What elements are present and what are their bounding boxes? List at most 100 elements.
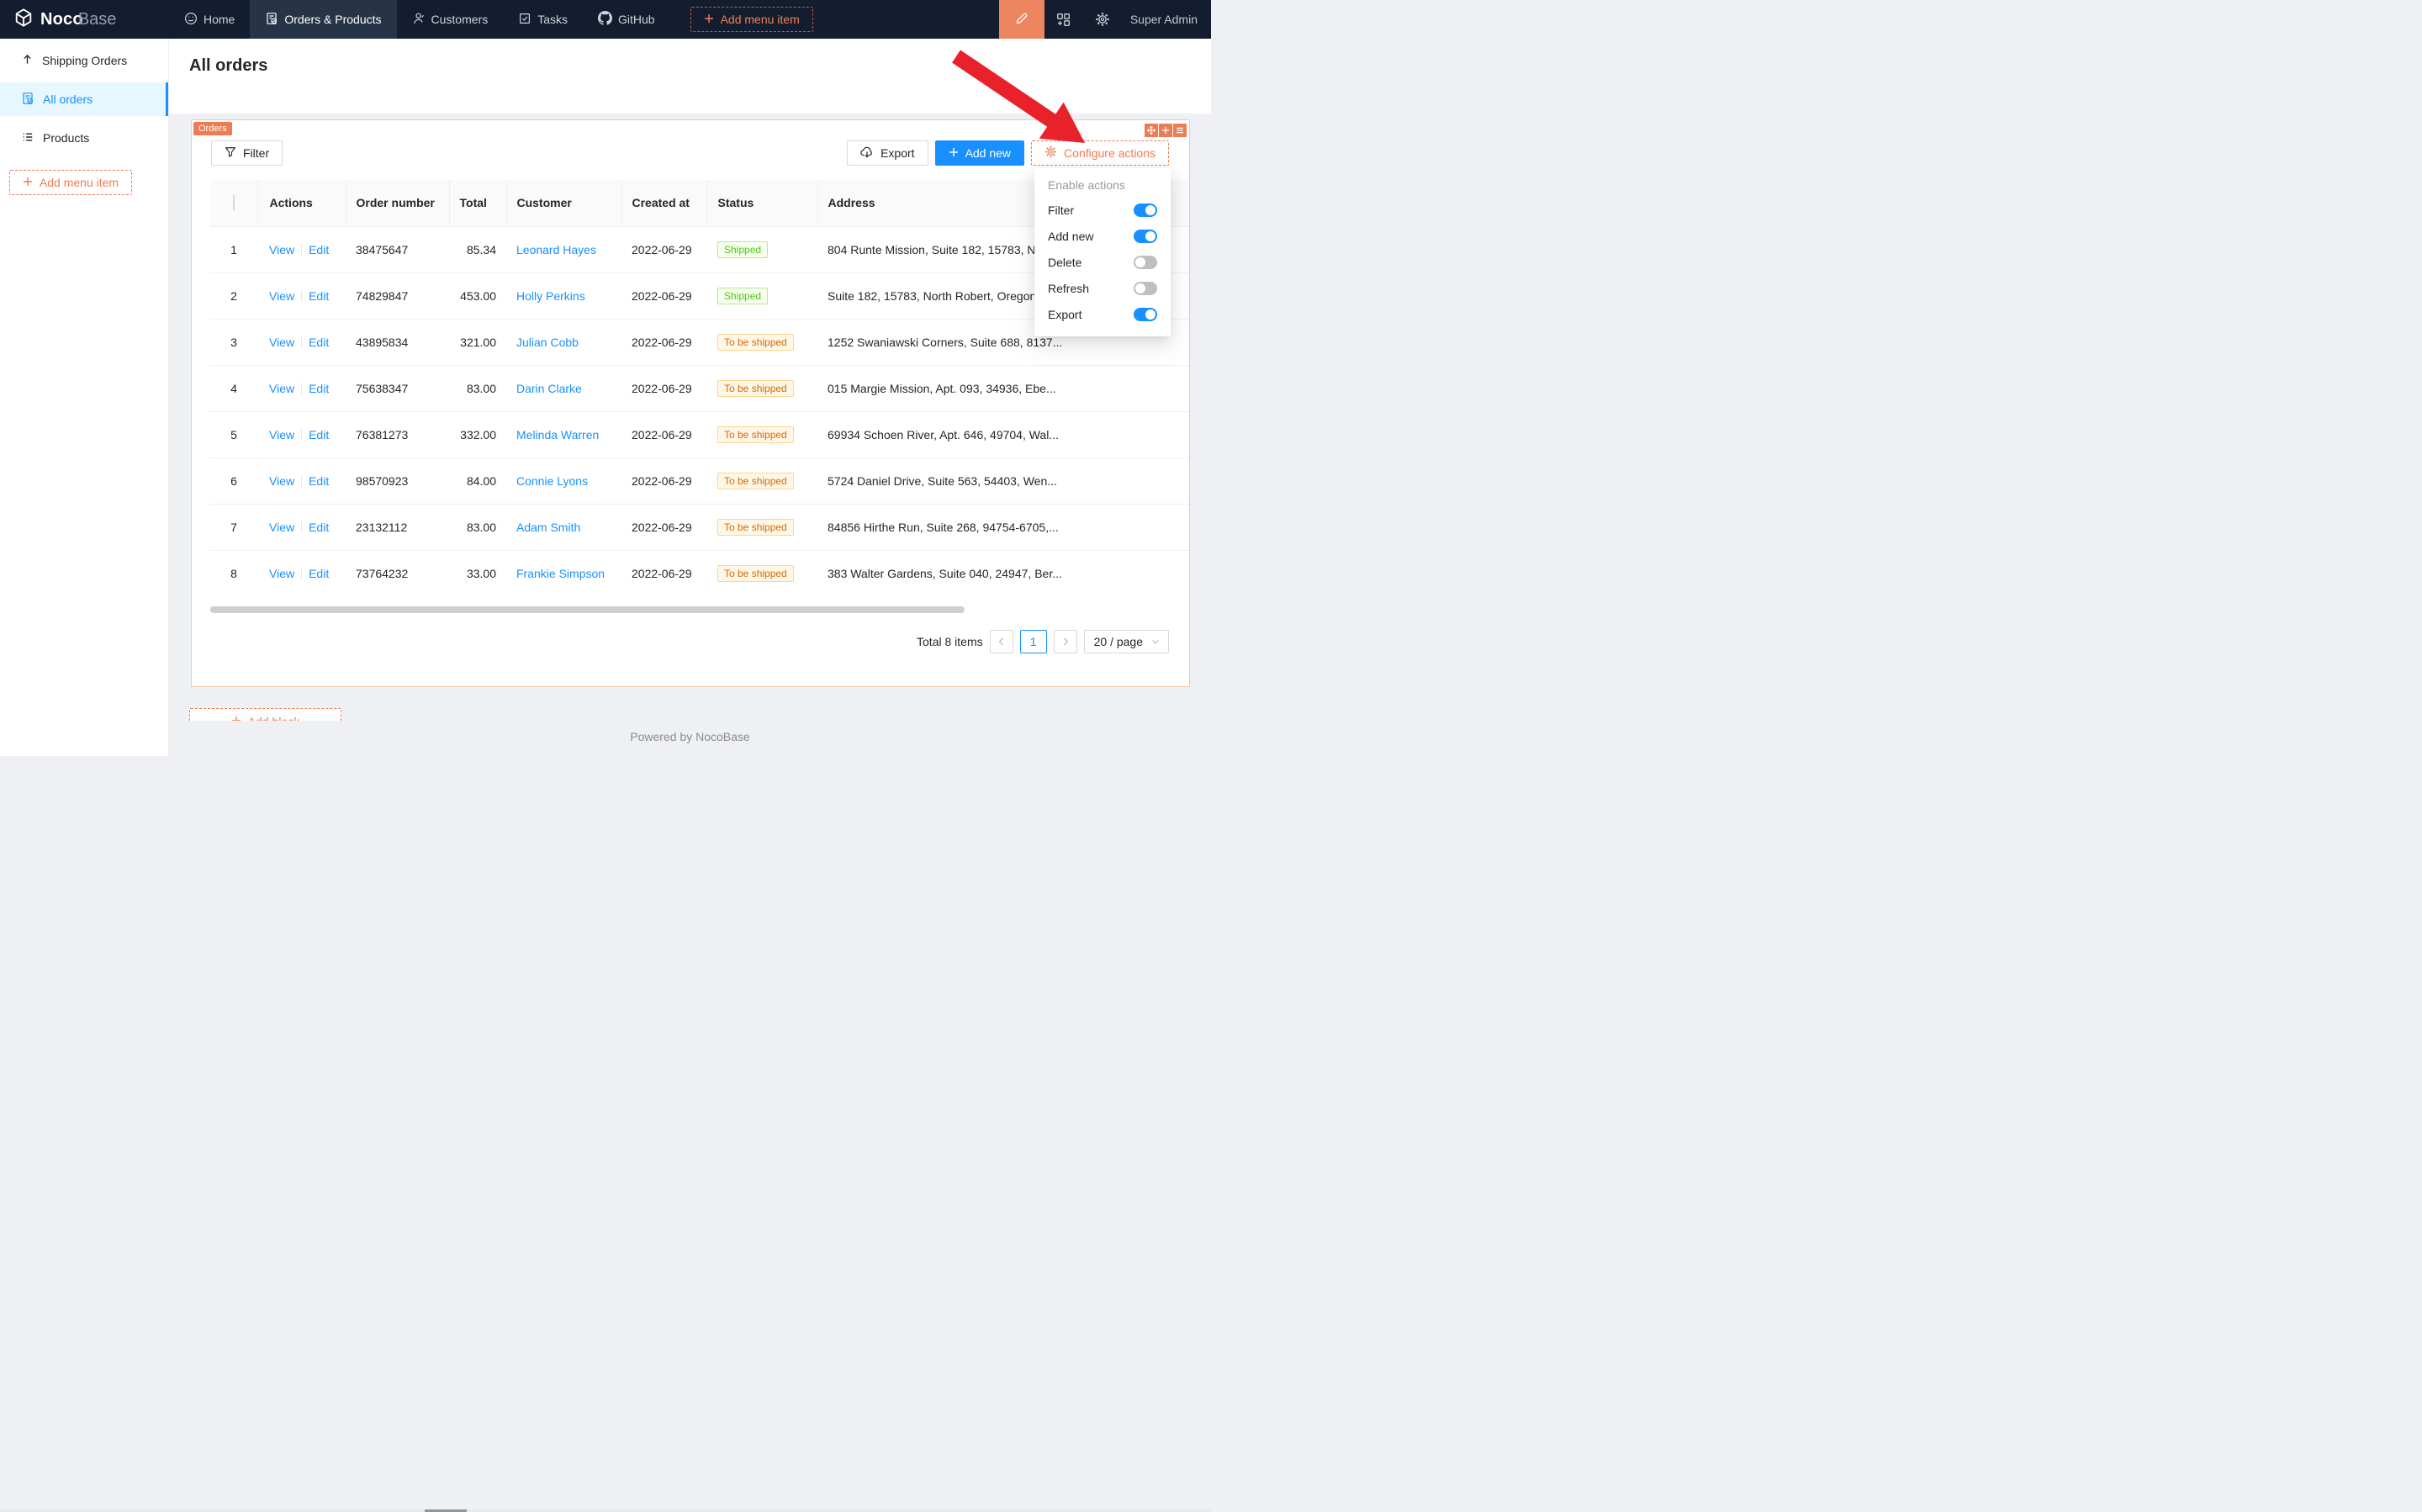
topbar: NocoBase Home Orders & Products Customer… bbox=[0, 0, 1211, 39]
gear-icon bbox=[1044, 145, 1057, 161]
status-cell: To be shipped bbox=[707, 319, 817, 365]
nav-github[interactable]: GitHub bbox=[583, 0, 670, 39]
ui-editor-button[interactable] bbox=[999, 0, 1044, 39]
view-link[interactable]: View bbox=[269, 382, 294, 395]
status-badge: To be shipped bbox=[717, 565, 794, 582]
add-block-button[interactable]: Add block bbox=[189, 708, 341, 721]
toggle-switch[interactable] bbox=[1134, 308, 1157, 321]
scrollbar-thumb[interactable] bbox=[210, 606, 965, 613]
select-all-checkbox[interactable] bbox=[233, 195, 235, 210]
enable-action-delete: Delete bbox=[1034, 249, 1171, 275]
view-link[interactable]: View bbox=[269, 243, 294, 256]
created-at-cell: 2022-06-29 bbox=[621, 504, 707, 550]
order-number-cell: 76381273 bbox=[346, 411, 449, 457]
view-link[interactable]: View bbox=[269, 336, 294, 349]
export-button[interactable]: Export bbox=[847, 140, 928, 166]
filter-button[interactable]: Filter bbox=[211, 140, 283, 166]
dropdown-title: Enable actions bbox=[1034, 175, 1171, 197]
customer-link[interactable]: Leonard Hayes bbox=[516, 243, 596, 256]
settings-gear-icon[interactable] bbox=[1083, 0, 1122, 39]
table-row: 5ViewEdit76381273332.00Melinda Warren202… bbox=[210, 411, 1189, 457]
edit-link[interactable]: Edit bbox=[309, 243, 329, 256]
menu-icon[interactable] bbox=[1173, 124, 1187, 137]
address-cell: 804 Runte Mission, Suite 182, 15783, N bbox=[817, 226, 1070, 272]
move-icon[interactable] bbox=[1145, 124, 1158, 137]
nav-orders-products[interactable]: Orders & Products bbox=[250, 0, 396, 39]
view-link[interactable]: View bbox=[269, 474, 294, 488]
configure-actions-button[interactable]: Configure actions bbox=[1031, 140, 1169, 166]
customer-link[interactable]: Julian Cobb bbox=[516, 336, 579, 349]
order-number-cell: 23132112 bbox=[346, 504, 449, 550]
view-link[interactable]: View bbox=[269, 289, 294, 303]
customer-link[interactable]: Frankie Simpson bbox=[516, 567, 605, 580]
status-cell: To be shipped bbox=[707, 365, 817, 411]
nav-customers[interactable]: Customers bbox=[397, 0, 504, 39]
edit-link[interactable]: Edit bbox=[309, 289, 329, 303]
edit-link[interactable]: Edit bbox=[309, 567, 329, 580]
pagination: Total 8 items 1 20 / page bbox=[917, 630, 1169, 653]
row-actions: View Edit bbox=[257, 411, 346, 457]
divider bbox=[301, 429, 302, 441]
total-cell: 321.00 bbox=[449, 319, 506, 365]
edit-link[interactable]: Edit bbox=[309, 521, 329, 534]
toolbar-right: Export Add new Configure actions bbox=[847, 140, 1169, 166]
chevron-down-icon bbox=[1151, 635, 1160, 648]
toggle-switch[interactable] bbox=[1134, 282, 1157, 295]
edit-link[interactable]: Edit bbox=[309, 382, 329, 395]
add-menu-item-button-sidebar[interactable]: Add menu item bbox=[9, 170, 132, 195]
page-size-select[interactable]: 20 / page bbox=[1084, 630, 1169, 653]
order-number-cell: 98570923 bbox=[346, 457, 449, 504]
toggle-switch[interactable] bbox=[1134, 256, 1157, 269]
row-index: 7 bbox=[210, 504, 257, 550]
previous-page-button[interactable] bbox=[990, 630, 1013, 653]
view-link[interactable]: View bbox=[269, 521, 294, 534]
main-area: All orders Orders Filter Export bbox=[169, 39, 1211, 756]
filter-icon bbox=[225, 146, 236, 161]
customer-cell: Leonard Hayes bbox=[506, 226, 621, 272]
customer-link[interactable]: Adam Smith bbox=[516, 521, 580, 534]
view-link[interactable]: View bbox=[269, 428, 294, 441]
plus-icon bbox=[231, 715, 241, 721]
customer-link[interactable]: Melinda Warren bbox=[516, 428, 599, 441]
toggle-switch[interactable] bbox=[1134, 204, 1157, 217]
row-actions: View Edit bbox=[257, 504, 346, 550]
created-at-cell: 2022-06-29 bbox=[621, 365, 707, 411]
topbar-right: Super Admin bbox=[999, 0, 1211, 39]
add-new-button[interactable]: Add new bbox=[935, 140, 1024, 166]
add-menu-item-button-topbar[interactable]: Add menu item bbox=[690, 7, 813, 32]
block-tag: Orders bbox=[193, 122, 232, 135]
status-badge: Shipped bbox=[717, 241, 768, 258]
status-badge: To be shipped bbox=[717, 473, 794, 489]
plugin-manager-icon[interactable] bbox=[1044, 0, 1083, 39]
list-icon bbox=[21, 130, 34, 146]
next-page-button[interactable] bbox=[1054, 630, 1077, 653]
plus-icon[interactable] bbox=[1159, 124, 1172, 137]
divider bbox=[301, 336, 302, 348]
edit-link[interactable]: Edit bbox=[309, 336, 329, 349]
customer-link[interactable]: Holly Perkins bbox=[516, 289, 585, 303]
cube-logo-icon bbox=[13, 8, 34, 32]
sidebar: Shipping Orders All orders Products Add … bbox=[0, 39, 169, 756]
toggle-switch[interactable] bbox=[1134, 230, 1157, 243]
edit-link[interactable]: Edit bbox=[309, 428, 329, 441]
sidebar-item-products[interactable]: Products bbox=[0, 121, 168, 155]
divider bbox=[301, 475, 302, 487]
sidebar-item-shipping-orders[interactable]: Shipping Orders bbox=[0, 44, 168, 77]
enable-actions-dropdown: Enable actions FilterAdd newDeleteRefres… bbox=[1034, 168, 1171, 336]
edit-link[interactable]: Edit bbox=[309, 474, 329, 488]
customer-link[interactable]: Connie Lyons bbox=[516, 474, 588, 488]
status-badge: To be shipped bbox=[717, 380, 794, 397]
total-cell: 85.34 bbox=[449, 226, 506, 272]
user-menu[interactable]: Super Admin bbox=[1122, 0, 1211, 39]
customer-link[interactable]: Darin Clarke bbox=[516, 382, 582, 395]
view-link[interactable]: View bbox=[269, 567, 294, 580]
nav-tasks[interactable]: Tasks bbox=[503, 0, 583, 39]
nav-home[interactable]: Home bbox=[169, 0, 250, 39]
created-at-cell: 2022-06-29 bbox=[621, 411, 707, 457]
created-at-cell: 2022-06-29 bbox=[621, 550, 707, 596]
sidebar-item-all-orders[interactable]: All orders bbox=[0, 82, 168, 116]
column-header-actions: Actions bbox=[257, 180, 346, 226]
customer-cell: Frankie Simpson bbox=[506, 550, 621, 596]
customer-cell: Julian Cobb bbox=[506, 319, 621, 365]
page-number-1[interactable]: 1 bbox=[1020, 630, 1047, 653]
